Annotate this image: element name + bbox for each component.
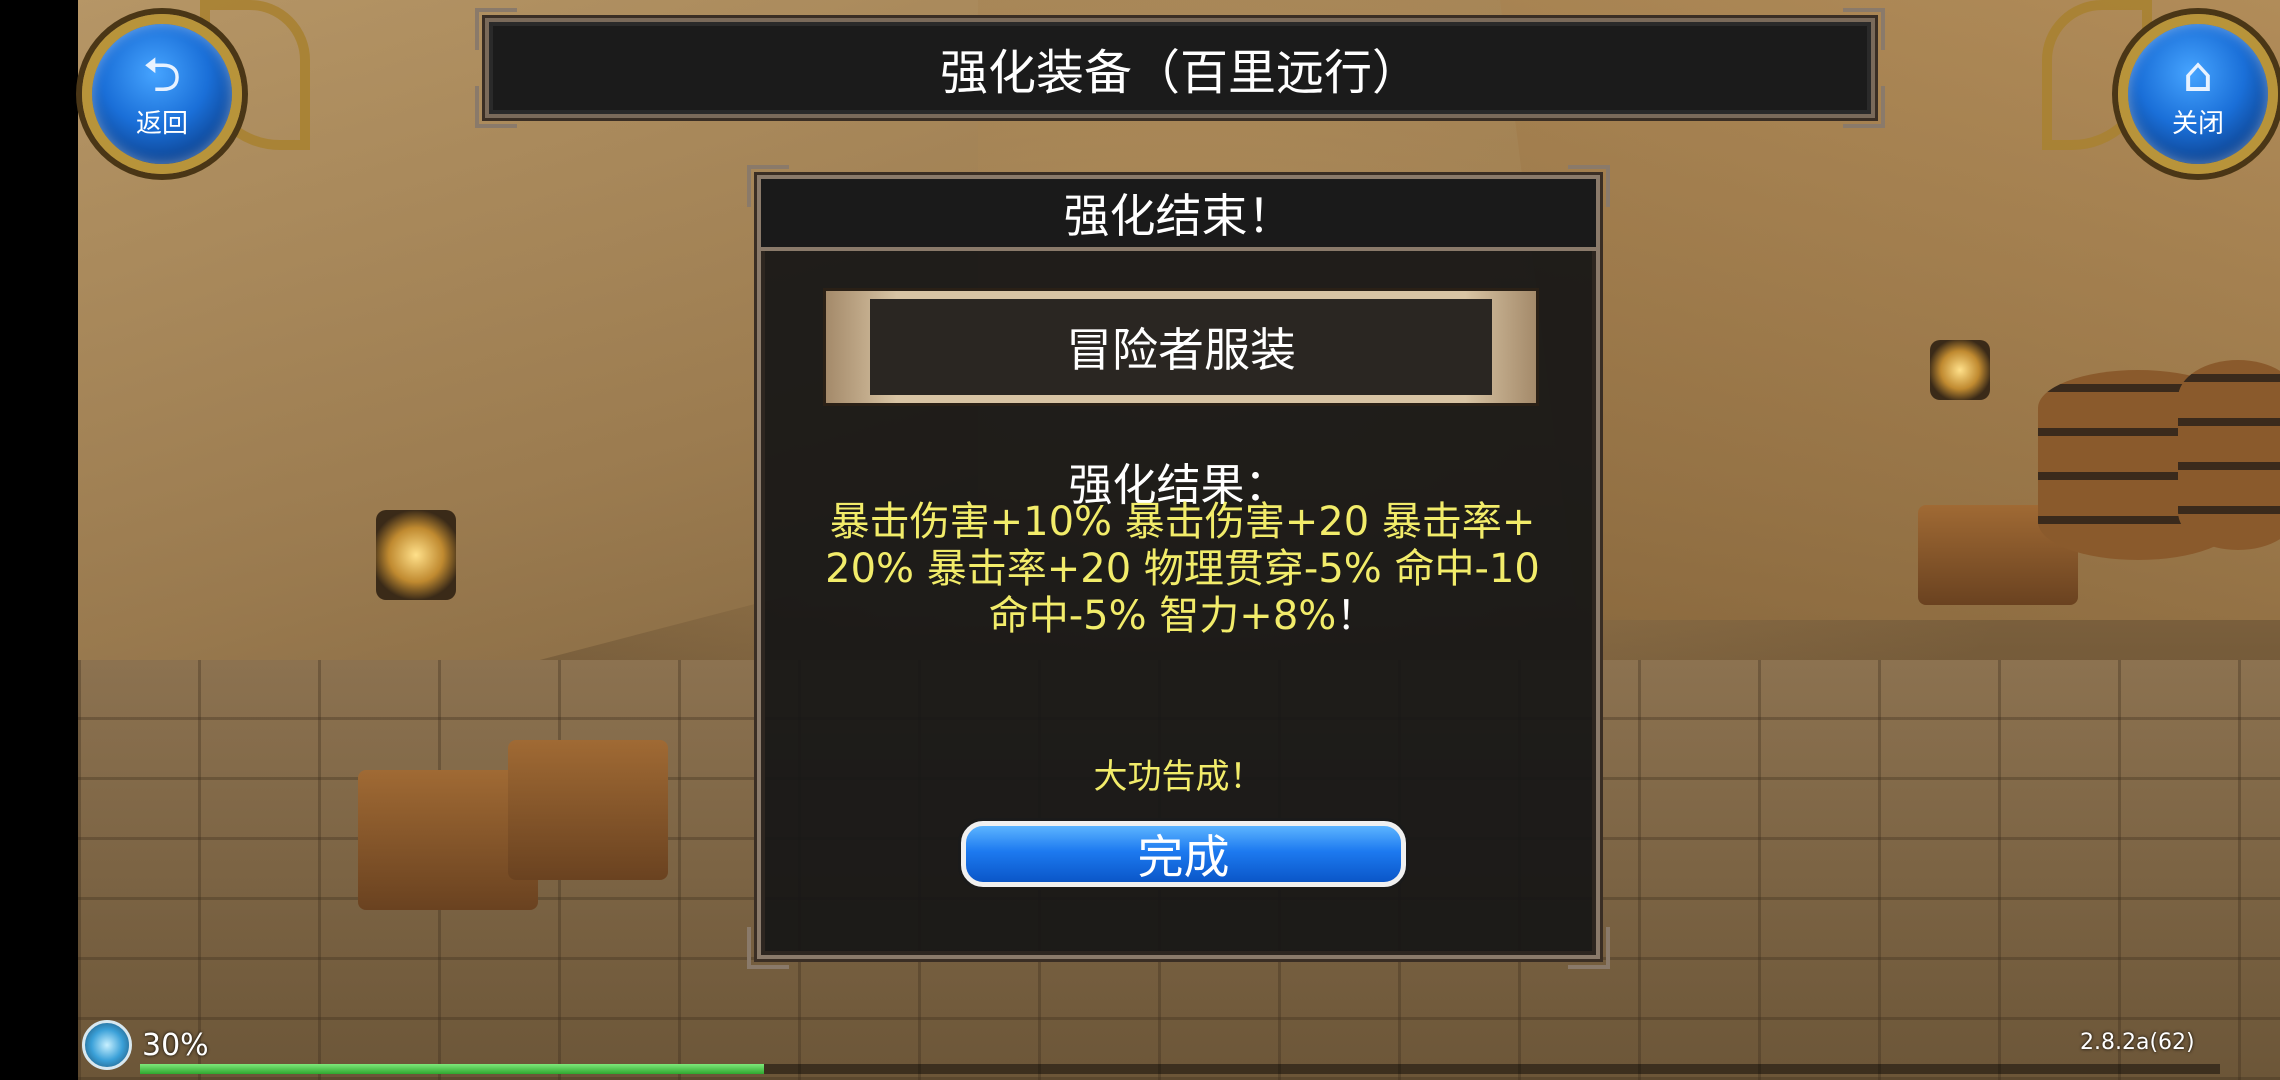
corner-ornament <box>475 86 517 128</box>
page-title-bar: 强化装备（百里远行） <box>475 8 1885 128</box>
done-button-label: 完成 <box>1137 830 1230 884</box>
success-message: 大功告成！ <box>1093 757 1264 797</box>
corner-ornament <box>1843 86 1885 128</box>
item-name-frame: 冒险者服装 <box>826 291 1536 403</box>
back-button-label: 返回 <box>135 108 188 139</box>
enhance-result-dialog: 强化结束！ 冒险者服装 强化结果： 暴击伤害+10% 暴击伤害+20 暴击率+ … <box>747 165 1610 969</box>
progress-percent: 30% <box>142 1028 209 1063</box>
result-line-last: 命中-5% 智力+8%！ <box>789 593 1576 640</box>
result-line: 20% 暴击率+20 物理贯穿-5% 命中-10 <box>825 546 1540 592</box>
corner-ornament <box>1568 927 1610 969</box>
stool <box>508 740 668 880</box>
version-label: 2.8.2a(62) <box>2080 1030 2195 1055</box>
done-button[interactable]: 完成 <box>961 821 1406 887</box>
progress-bar-fill <box>140 1064 764 1074</box>
item-name: 冒险者服装 <box>870 299 1492 395</box>
dialog-header: 强化结束！ <box>761 179 1596 251</box>
back-arrow-icon: ⮌ <box>142 46 182 103</box>
corner-ornament <box>1843 8 1885 50</box>
close-button-label: 关闭 <box>2171 108 2224 139</box>
lantern-right <box>1930 340 1990 400</box>
lantern-left <box>376 510 456 600</box>
corner-ornament <box>475 8 517 50</box>
corner-ornament <box>747 927 789 969</box>
page-title: 强化装备（百里远行） <box>939 45 1420 101</box>
progress-bar <box>140 1064 2220 1074</box>
back-button[interactable]: ⮌ 返回 <box>82 14 242 174</box>
result-text: 暴击伤害+10% 暴击伤害+20 暴击率+ 20% 暴击率+20 物理贯穿-5%… <box>789 499 1576 640</box>
close-button[interactable]: ⌂ 关闭 <box>2118 14 2278 174</box>
home-icon: ⌂ <box>2182 46 2214 103</box>
result-line: 暴击伤害+10% 暴击伤害+20 暴击率+ <box>829 499 1536 545</box>
dialog-title: 强化结束！ <box>1063 189 1294 243</box>
loading-icon <box>82 1020 132 1070</box>
barrel <box>2178 360 2280 550</box>
result-line: 命中-5% 智力+8% <box>988 593 1337 639</box>
result-exclamation: ！ <box>1336 593 1377 639</box>
